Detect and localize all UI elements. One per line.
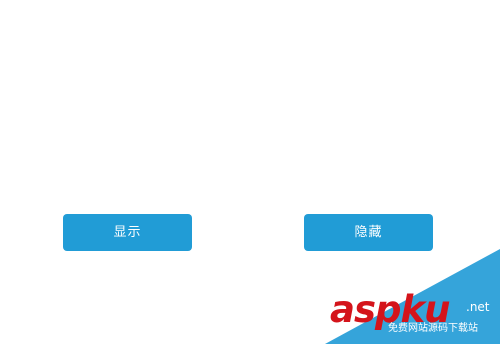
page-canvas: 显示 隐藏 aspku .net 免费网站源码下载站: [0, 0, 500, 344]
watermark-domain-suffix: .net: [466, 300, 490, 314]
hide-button[interactable]: 隐藏: [304, 214, 433, 251]
show-button[interactable]: 显示: [63, 214, 192, 251]
watermark-subtitle: 免费网站源码下载站: [388, 323, 478, 334]
